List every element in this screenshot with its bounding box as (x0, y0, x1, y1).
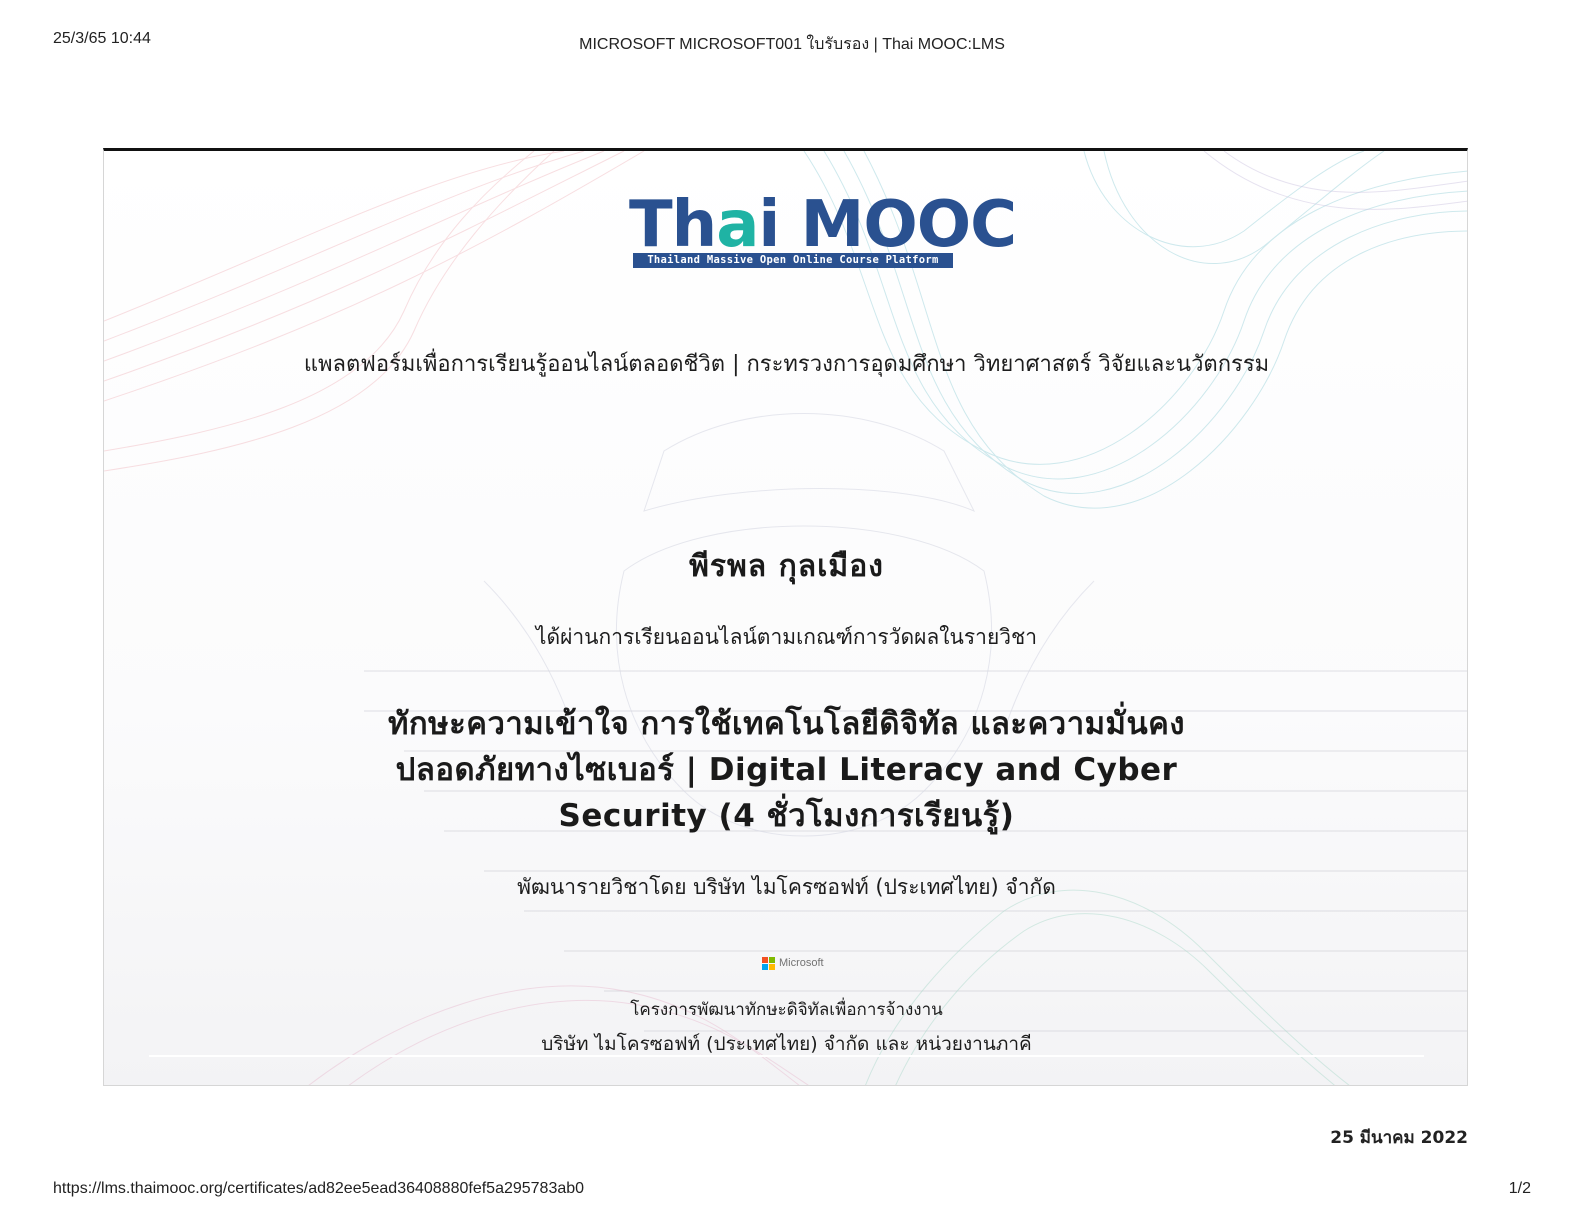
project-name: โครงการพัฒนาทักษะดิจิทัลเพื่อการจ้างงาน (630, 1000, 943, 1020)
print-footer-url: https://lms.thaimooc.org/certificates/ad… (53, 1180, 585, 1197)
course-title: ทักษะความเข้าใจ การใช้เทคโนโลยีดิจิทัล แ… (387, 706, 1186, 834)
guilloche-background (104, 151, 1467, 1085)
issue-date: 25 มีนาคม 2022 (1330, 1128, 1468, 1148)
completion-statement: ได้ผ่านการเรียนออนไลน์ตามเกณฑ์การวัดผลใน… (535, 625, 1038, 649)
microsoft-logo-word: Microsoft (779, 957, 824, 969)
print-footer-page-number: 1/2 (1508, 1180, 1531, 1197)
microsoft-logo: Microsoft (762, 955, 824, 971)
certificate: Thai MOOC Thailand Massive Open Online C… (103, 148, 1468, 1086)
recipient-name: พีรพล กุลเมือง (689, 549, 884, 584)
thai-mooc-logo: Thai MOOC Thailand Massive Open Online C… (629, 189, 1017, 273)
thai-mooc-logo-text: Thai MOOC (629, 188, 1017, 262)
course-developer: พัฒนารายวิชาโดย บริษัท ไมโครซอฟท์ (ประเท… (517, 875, 1056, 899)
print-header-title: MICROSOFT MICROSOFT001 ใบรับรอง | Thai M… (579, 36, 1005, 53)
microsoft-squares-icon (762, 956, 775, 970)
bottom-divider (149, 1055, 1424, 1057)
thai-mooc-logo-subtitle: Thailand Massive Open Online Course Plat… (633, 253, 953, 268)
platform-description: แพลตฟอร์มเพื่อการเรียนรู้ออนไลน์ตลอดชีวิ… (303, 352, 1270, 377)
